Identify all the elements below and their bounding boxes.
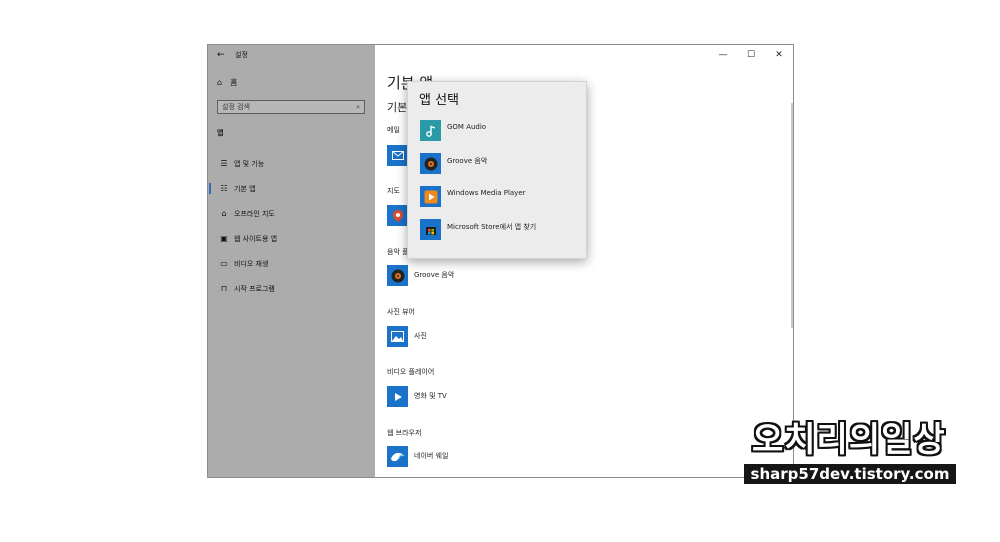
popup-item-groove-music[interactable]: Groove 음악: [420, 153, 487, 174]
web-app-button[interactable]: 네이버 웨일: [387, 446, 448, 467]
windows-media-player-icon: [420, 186, 441, 207]
sidebar-item-label: 비디오 재생: [234, 259, 269, 268]
watermark-title: 오치리의일상: [752, 420, 946, 460]
web-app-name: 네이버 웨일: [414, 452, 449, 460]
map-pin-icon: [387, 205, 408, 226]
search-icon[interactable]: ⌕: [356, 103, 360, 112]
title-bar: ← 설정: [208, 45, 375, 65]
apps-list-icon: ☰: [220, 159, 228, 168]
mail-icon: [387, 145, 408, 166]
music-app-name: Groove 음악: [414, 271, 455, 279]
default-apps-icon: ☷: [220, 184, 228, 193]
popup-item-label: GOM Audio: [447, 123, 487, 131]
popup-title: 앱 선택: [419, 93, 460, 108]
category-maps: 지도: [387, 187, 400, 195]
window-controls: — ☐ ✕: [709, 45, 793, 65]
sidebar-item-label: 웹 사이트용 앱: [234, 234, 278, 243]
sidebar-item-startup[interactable]: ⊓ 시작 프로그램: [208, 276, 375, 301]
minimize-button[interactable]: —: [709, 45, 737, 65]
groove-music-icon: [387, 265, 408, 286]
sidebar-item-label: 기본 앱: [234, 184, 256, 193]
settings-search-input[interactable]: 설정 검색 ⌕: [217, 100, 365, 114]
popup-item-label: Groove 음악: [447, 157, 488, 165]
video-app-name: 영화 및 TV: [414, 392, 447, 400]
search-placeholder: 설정 검색: [222, 103, 250, 111]
movies-tv-icon: [387, 386, 408, 407]
popup-item-microsoft-store[interactable]: Microsoft Store에서 앱 찾기: [420, 219, 536, 240]
video-playback-icon: ▭: [220, 259, 228, 268]
photos-icon: [387, 326, 408, 347]
web-apps-icon: ▣: [220, 234, 228, 243]
watermark-url: sharp57dev.tistory.com: [744, 464, 956, 484]
home-link[interactable]: ⌂ 홈: [217, 77, 237, 88]
groove-music-icon: [420, 153, 441, 174]
music-app-button[interactable]: Groove 음악: [387, 265, 454, 286]
sidebar-item-label: 앱 및 기능: [234, 159, 265, 168]
microsoft-store-icon: [420, 219, 441, 240]
category-photo: 사진 뷰어: [387, 308, 415, 316]
maximize-button[interactable]: ☐: [737, 45, 765, 65]
sidebar-item-video-playback[interactable]: ▭ 비디오 재생: [208, 251, 375, 276]
popup-item-gom-audio[interactable]: GOM Audio: [420, 120, 486, 141]
popup-item-windows-media-player[interactable]: Windows Media Player: [420, 186, 526, 207]
sidebar-item-label: 시작 프로그램: [234, 284, 275, 293]
photo-app-button[interactable]: 사진: [387, 326, 427, 347]
home-label: 홈: [230, 78, 238, 87]
offline-maps-icon: ⌂: [221, 209, 227, 218]
startup-icon: ⊓: [220, 284, 228, 293]
maps-app-button[interactable]: [387, 205, 408, 226]
category-email: 메일: [387, 126, 400, 134]
choose-app-popup: 앱 선택 GOM Audio Groove 음악 Windows Media P…: [407, 81, 587, 259]
app-title: 설정: [235, 51, 248, 59]
photo-app-name: 사진: [414, 332, 427, 340]
watermark: 오치리의일상 sharp57dev.tistory.com: [744, 412, 956, 484]
category-music: 음악 플: [387, 248, 409, 256]
page-subtitle: 기본: [387, 101, 408, 114]
popup-item-label: Windows Media Player: [447, 189, 526, 197]
popup-item-label: Microsoft Store에서 앱 찾기: [447, 223, 537, 231]
section-heading: 앱: [217, 129, 224, 137]
category-web: 웹 브라우저: [387, 429, 422, 437]
category-video: 비디오 플레이어: [387, 368, 435, 376]
sidebar-item-apps-features[interactable]: ☰ 앱 및 기능: [208, 151, 375, 176]
scrollbar[interactable]: [791, 103, 793, 328]
sidebar-item-offline-maps[interactable]: ⌂ 오프라인 지도: [208, 201, 375, 226]
gom-audio-icon: [420, 120, 441, 141]
sidebar-item-web-apps[interactable]: ▣ 웹 사이트용 앱: [208, 226, 375, 251]
back-arrow-icon[interactable]: ←: [217, 50, 229, 60]
sidebar-nav: ☰ 앱 및 기능 ☷ 기본 앱 ⌂ 오프라인 지도 ▣ 웹 사이트용 앱 ▭ 비…: [208, 151, 375, 301]
naver-whale-icon: [387, 446, 408, 467]
sidebar: ← 설정 ⌂ 홈 설정 검색 ⌕ 앱 ☰ 앱 및 기능 ☷ 기본 앱 ⌂ 오프라…: [208, 45, 375, 477]
sidebar-item-label: 오프라인 지도: [234, 209, 275, 218]
home-icon: ⌂: [217, 78, 223, 87]
close-button[interactable]: ✕: [765, 45, 793, 65]
video-app-button[interactable]: 영화 및 TV: [387, 386, 447, 407]
email-app-button[interactable]: [387, 145, 408, 166]
sidebar-item-default-apps[interactable]: ☷ 기본 앱: [208, 176, 375, 201]
